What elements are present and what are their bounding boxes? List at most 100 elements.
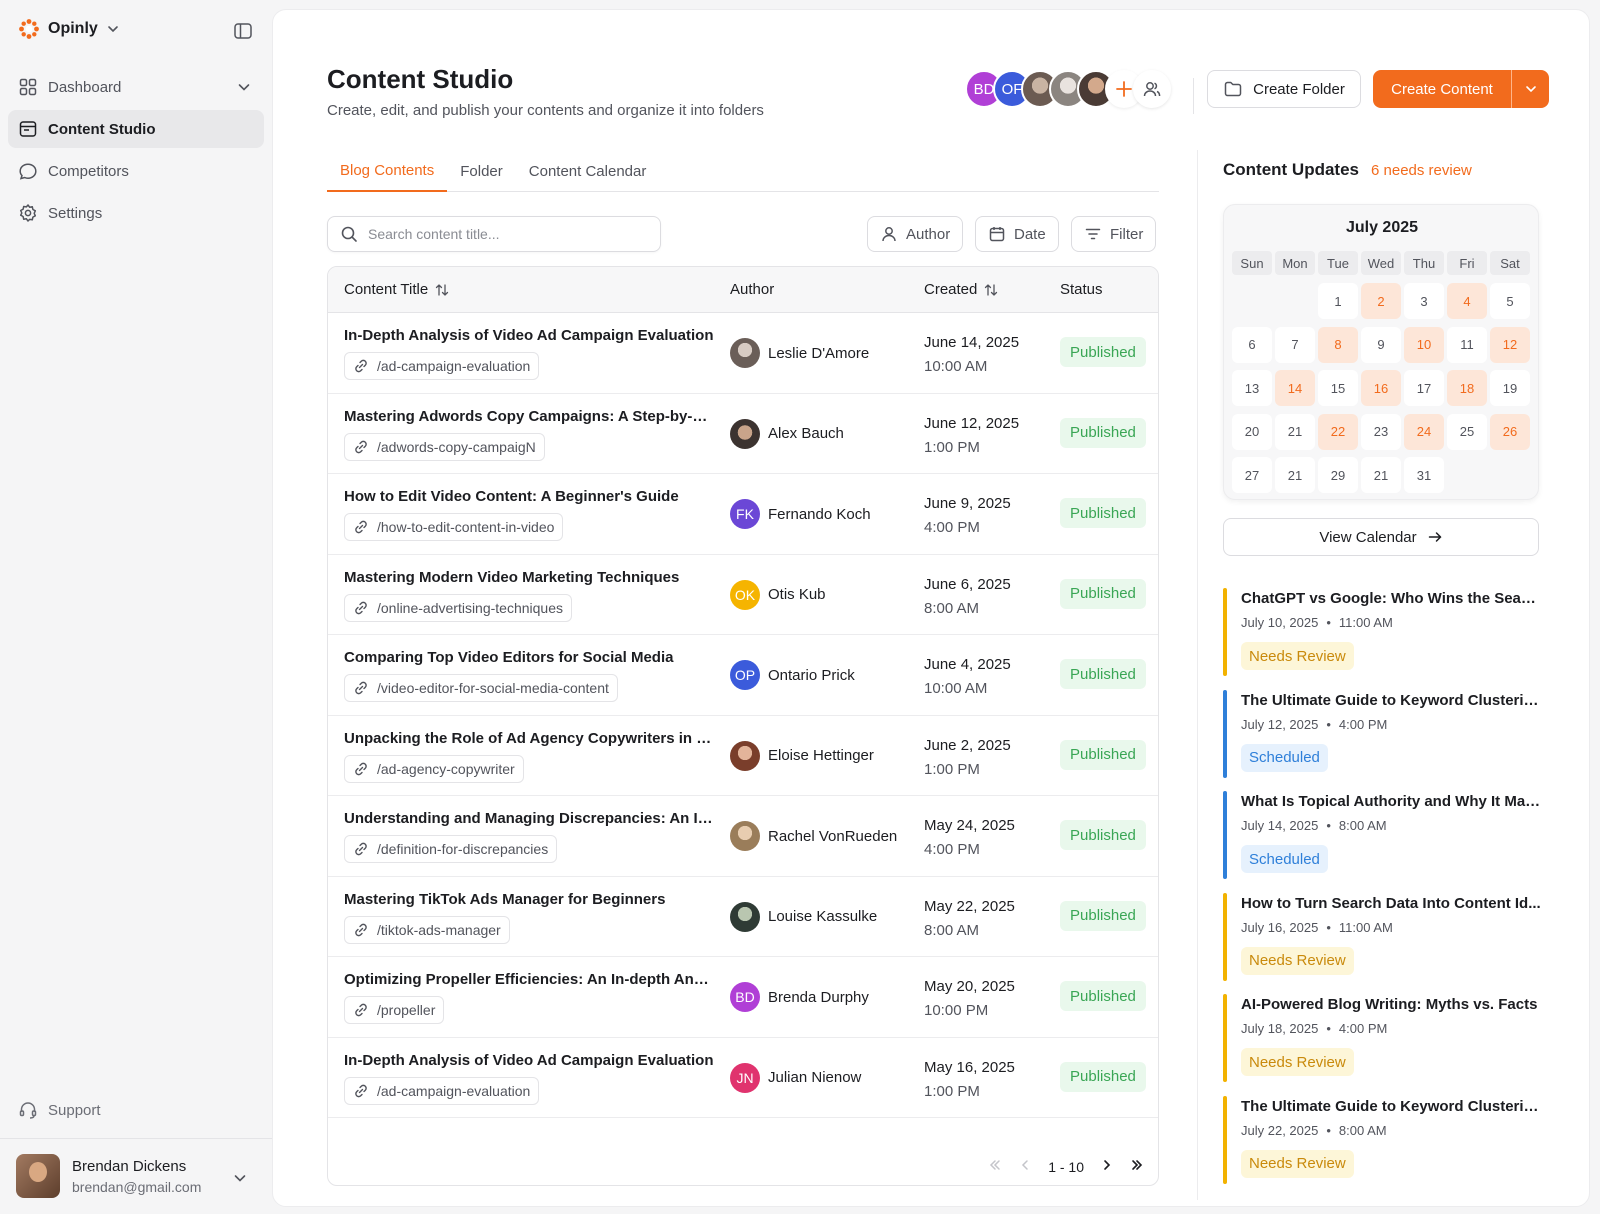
content-slug[interactable]: /adwords-copy-campaigN [344,432,545,461]
calendar-day[interactable]: 7 [1275,326,1315,363]
user-menu[interactable]: Brendan Dickens brendan@gmail.com [16,1154,256,1198]
table-row[interactable]: In-Depth Analysis of Video Ad Campaign E… [328,1038,1158,1118]
calendar-day[interactable]: 21 [1275,413,1315,450]
table-row[interactable]: Unpacking the Role of Ad Agency Copywrit… [328,716,1158,796]
update-title[interactable]: The Ultimate Guide to Keyword Clustering [1241,1096,1541,1115]
calendar-day[interactable]: 9 [1361,326,1401,363]
content-update-item[interactable]: ChatGPT vs Google: Who Wins the Searc...… [1223,588,1553,690]
table-row[interactable]: Mastering Modern Video Marketing Techniq… [328,555,1158,635]
content-slug[interactable]: /propeller [344,996,445,1024]
create-folder-button[interactable]: Create Folder [1207,70,1361,108]
tab-folder[interactable]: Folder [447,150,516,192]
calendar-day[interactable]: 17 [1404,370,1444,406]
date-filter-button[interactable]: Date [975,216,1059,252]
search-input[interactable] [368,226,638,242]
calendar-day[interactable]: 10 [1404,326,1444,363]
content-slug[interactable]: /video-editor-for-social-media-content [344,674,618,702]
table-row[interactable]: How to Edit Video Content: A Beginner's … [328,474,1158,555]
content-slug[interactable]: /ad-campaign-evaluation [344,1076,540,1105]
content-slug[interactable]: /online-advertising-techniques [344,593,572,622]
content-update-item[interactable]: AI-Powered Blog Writing: Myths vs. Facts… [1223,994,1553,1096]
calendar-day[interactable]: 5 [1490,283,1530,319]
sidebar-item-settings[interactable]: Settings [8,194,264,232]
calendar-day[interactable]: 6 [1232,326,1272,363]
content-slug[interactable]: /how-to-edit-content-in-video [344,513,564,541]
view-calendar-button[interactable]: View Calendar [1223,518,1539,556]
update-title[interactable]: The Ultimate Guide to Keyword Clustering [1241,690,1541,709]
calendar-day[interactable]: 3 [1404,283,1444,319]
update-title[interactable]: How to Turn Search Data Into Content Id.… [1241,893,1541,912]
calendar-day[interactable]: 15 [1318,370,1358,406]
filter-button[interactable]: Filter [1071,216,1157,252]
table-row[interactable]: Mastering Adwords Copy Campaigns: A Step… [328,394,1158,474]
content-title[interactable]: Mastering TikTok Ads Manager for Beginne… [344,891,716,908]
table-row[interactable]: Optimizing Propeller Efficiencies: An In… [328,957,1158,1038]
content-title[interactable]: Mastering Adwords Copy Campaigns: A Step… [344,408,716,425]
calendar-day[interactable]: 1 [1318,283,1358,319]
calendar-day[interactable]: 22 [1318,413,1358,450]
content-slug[interactable]: /definition-for-discrepancies [344,835,558,863]
calendar-day[interactable]: 27 [1232,457,1272,493]
update-title[interactable]: ChatGPT vs Google: Who Wins the Searc... [1241,588,1541,607]
table-row[interactable]: Understanding and Managing Discrepancies… [328,796,1158,877]
table-row[interactable]: Comparing Top Video Editors for Social M… [328,635,1158,716]
calendar-day[interactable]: 2 [1361,283,1401,319]
content-update-item[interactable]: The Ultimate Guide to Keyword Clustering… [1223,1095,1553,1198]
content-title[interactable]: Mastering Modern Video Marketing Techniq… [344,569,716,586]
content-title[interactable]: Comparing Top Video Editors for Social M… [344,649,716,666]
content-update-item[interactable]: The Ultimate Guide to Keyword Clustering… [1223,689,1553,792]
create-content-dropdown[interactable] [1511,70,1549,108]
content-slug[interactable]: /ad-agency-copywriter [344,754,524,783]
update-title[interactable]: AI-Powered Blog Writing: Myths vs. Facts [1241,994,1541,1013]
table-row[interactable]: Mastering TikTok Ads Manager for Beginne… [328,877,1158,957]
sidebar-item-competitors[interactable]: Competitors [8,152,264,190]
calendar-day[interactable]: 16 [1361,370,1401,406]
table-row[interactable]: In-Depth Analysis of Video Ad Campaign E… [328,313,1158,394]
column-header-title[interactable]: Content Title [344,281,450,298]
manage-members-button[interactable] [1133,70,1171,108]
content-title[interactable]: In-Depth Analysis of Video Ad Campaign E… [344,1052,716,1069]
calendar-day[interactable]: 21 [1275,457,1315,493]
content-title[interactable]: How to Edit Video Content: A Beginner's … [344,488,716,505]
update-title[interactable]: What Is Topical Authority and Why It Mat… [1241,791,1541,810]
content-update-item[interactable]: How to Turn Search Data Into Content Id.… [1223,892,1553,995]
sidebar-toggle-button[interactable] [232,20,254,42]
calendar-day[interactable]: 11 [1447,326,1487,363]
calendar-day[interactable]: 8 [1318,326,1358,363]
calendar-day[interactable]: 18 [1447,370,1487,406]
content-slug[interactable]: /tiktok-ads-manager [344,915,510,944]
sidebar-item-content-studio[interactable]: Content Studio [8,110,264,148]
calendar-day[interactable]: 13 [1232,370,1272,406]
sidebar-item-dashboard[interactable]: Dashboard [8,68,264,106]
calendar-day[interactable]: 21 [1361,457,1401,493]
author-filter-button[interactable]: Author [867,216,964,252]
content-title[interactable]: In-Depth Analysis of Video Ad Campaign E… [344,327,716,344]
support-link[interactable]: Support [18,1100,101,1120]
last-page-button[interactable] [1130,1158,1144,1175]
content-title[interactable]: Optimizing Propeller Efficiencies: An In… [344,971,716,988]
next-page-button[interactable] [1100,1158,1114,1175]
create-content-label[interactable]: Create Content [1373,70,1511,108]
calendar-day[interactable]: 25 [1447,413,1487,450]
content-title[interactable]: Understanding and Managing Discrepancies… [344,810,716,827]
content-title[interactable]: Unpacking the Role of Ad Agency Copywrit… [344,730,716,747]
workspace-switcher[interactable]: Opinly [18,18,120,40]
first-page-button[interactable] [988,1158,1002,1175]
calendar-day[interactable]: 29 [1318,457,1358,493]
calendar-day[interactable]: 14 [1275,370,1315,406]
prev-page-button[interactable] [1018,1158,1032,1175]
column-header-created[interactable]: Created [924,281,999,298]
search-box[interactable] [327,216,661,252]
calendar-day[interactable]: 12 [1490,326,1530,363]
calendar-day[interactable]: 23 [1361,413,1401,450]
tab-content-calendar[interactable]: Content Calendar [516,150,660,192]
create-content-button[interactable]: Create Content [1373,70,1549,108]
calendar-day[interactable]: 24 [1404,413,1444,450]
calendar-day[interactable]: 19 [1490,370,1530,406]
content-update-item[interactable]: What Is Topical Authority and Why It Mat… [1223,791,1553,893]
content-slug[interactable]: /ad-campaign-evaluation [344,352,540,380]
tab-blog-contents[interactable]: Blog Contents [327,150,448,192]
calendar-day[interactable]: 20 [1232,413,1272,450]
calendar-day[interactable]: 4 [1447,283,1487,319]
calendar-day[interactable]: 31 [1404,457,1444,493]
